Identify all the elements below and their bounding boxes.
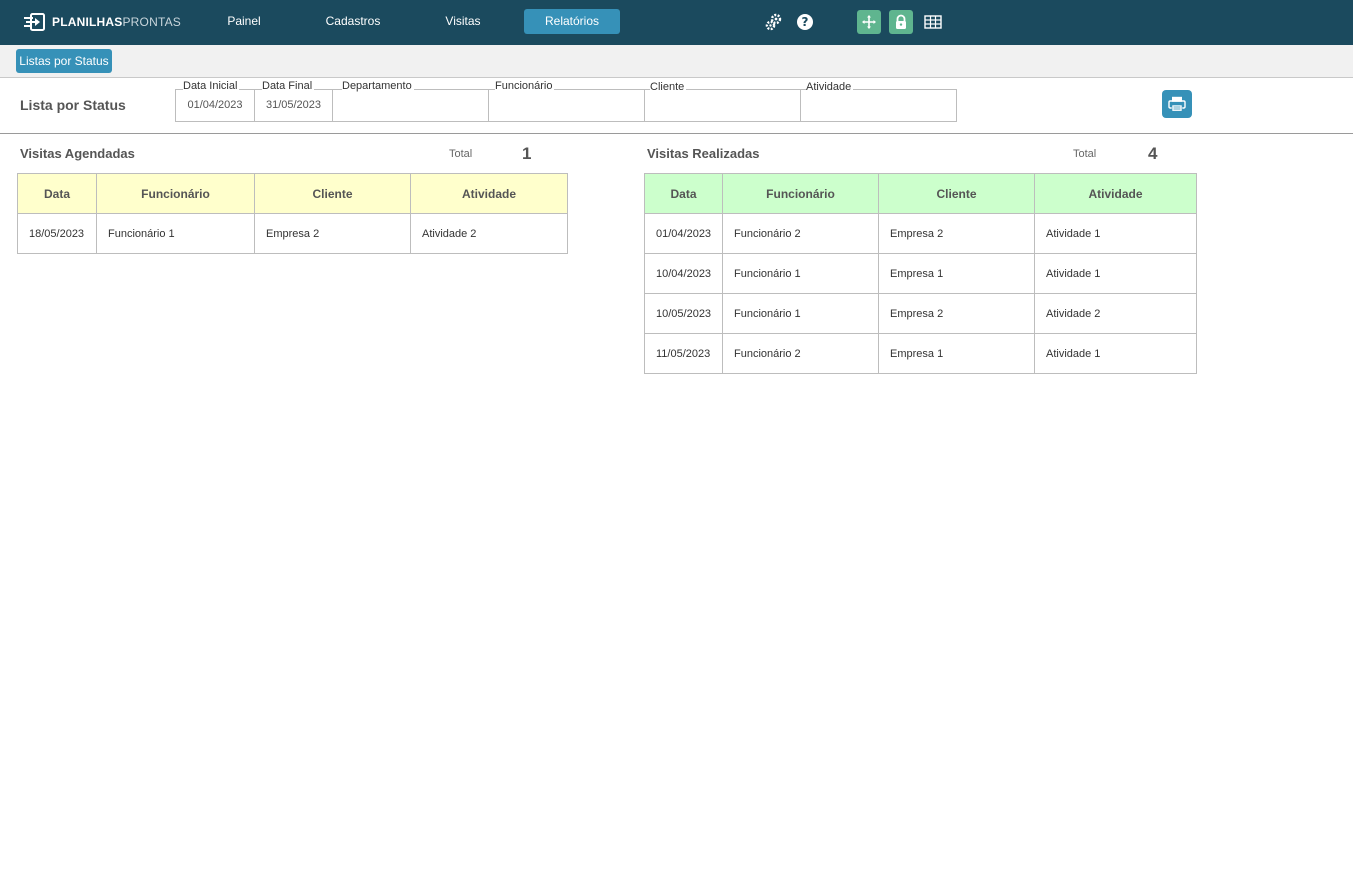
- table-cell: Funcionário 2: [722, 213, 879, 254]
- sub-bar: Listas por Status: [0, 45, 1353, 78]
- agendadas-total-value: 1: [522, 144, 532, 163]
- move-icon[interactable]: [857, 10, 881, 34]
- table-cell: Empresa 1: [878, 253, 1035, 294]
- table-cell: 18/05/2023: [17, 213, 97, 254]
- filter-data-inicial-label: Data Inicial: [183, 80, 240, 92]
- nav-relatorios[interactable]: Relatórios: [524, 9, 620, 34]
- table-cell: Empresa 2: [878, 293, 1035, 334]
- realizadas-table: Data Funcionário Cliente Atividade 01/04/20…: [644, 173, 1197, 374]
- agendadas-total-label: Total: [449, 148, 473, 160]
- filter-data-inicial-value: 01/04/2023: [187, 99, 243, 111]
- table-cell: Atividade 1: [1034, 333, 1197, 374]
- table-row[interactable]: 11/05/2023 Funcionário 2 Empresa 1 Atividad…: [644, 333, 1197, 374]
- agendadas-header-row: Data Funcionário Cliente Atividade: [17, 173, 568, 214]
- table-row[interactable]: 10/05/2023 Funcionário 1 Empresa 2 Atividad…: [644, 293, 1197, 334]
- table-row[interactable]: 01/04/2023 Funcionário 2 Empresa 2 Atividad…: [644, 213, 1197, 254]
- filter-cliente[interactable]: [644, 89, 801, 122]
- printer-icon: [1168, 96, 1186, 112]
- nav-visitas[interactable]: Visitas: [430, 9, 496, 34]
- filter-funcionario[interactable]: [488, 89, 645, 122]
- filter-atividade-label: Atividade: [806, 81, 854, 93]
- top-bar: PLANILHASPRONTAS Painel Cadastros Visita…: [0, 0, 1353, 45]
- help-icon[interactable]: ?: [794, 11, 816, 33]
- table-cell: 10/04/2023: [644, 253, 723, 294]
- table-cell: Empresa 2: [254, 213, 411, 254]
- logo-text-light: PRONTAS: [122, 15, 181, 29]
- lock-icon[interactable]: [889, 10, 913, 34]
- realizadas-col-header: Atividade: [1034, 173, 1197, 214]
- divider: [0, 133, 1353, 134]
- table-cell: Atividade 2: [410, 213, 568, 254]
- agendadas-col-header: Atividade: [410, 173, 568, 214]
- filter-data-final-label: Data Final: [262, 80, 315, 92]
- table-cell: Atividade 1: [1034, 253, 1197, 294]
- grid-icon[interactable]: [922, 11, 944, 33]
- realizadas-col-header: Funcionário: [722, 173, 879, 214]
- logo-icon: [24, 13, 45, 31]
- agendadas-col-header: Funcionário: [96, 173, 255, 214]
- realizadas-title: Visitas Realizadas: [647, 146, 760, 161]
- realizadas-col-header: Data: [644, 173, 723, 214]
- page-title: Lista por Status: [20, 97, 126, 113]
- filter-funcionario-label: Funcionário: [495, 80, 555, 92]
- filter-departamento[interactable]: [332, 89, 489, 122]
- table-cell: Atividade 1: [1034, 213, 1197, 254]
- table-cell: 01/04/2023: [644, 213, 723, 254]
- realizadas-total-label: Total: [1073, 148, 1097, 160]
- gears-icon[interactable]: [763, 11, 785, 33]
- table-cell: Funcionário 1: [96, 213, 255, 254]
- print-button[interactable]: [1162, 90, 1192, 118]
- filter-data-inicial[interactable]: 01/04/2023: [175, 89, 255, 122]
- table-cell: Funcionário 2: [722, 333, 879, 374]
- table-cell: Empresa 1: [878, 333, 1035, 374]
- table-cell: Funcionário 1: [722, 253, 879, 294]
- agendadas-col-header: Data: [17, 173, 97, 214]
- agendadas-table: Data Funcionário Cliente Atividade 18/05/20…: [17, 173, 568, 254]
- filter-data-final[interactable]: 31/05/2023: [254, 89, 333, 122]
- table-row[interactable]: 10/04/2023 Funcionário 1 Empresa 1 Atividad…: [644, 253, 1197, 294]
- table-cell: Atividade 2: [1034, 293, 1197, 334]
- realizadas-header-row: Data Funcionário Cliente Atividade: [644, 173, 1197, 214]
- nav-cadastros[interactable]: Cadastros: [316, 9, 390, 34]
- agendadas-title: Visitas Agendadas: [20, 146, 135, 161]
- table-cell: 10/05/2023: [644, 293, 723, 334]
- table-cell: Funcionário 1: [722, 293, 879, 334]
- logo-text-bold: PLANILHAS: [52, 15, 123, 29]
- filter-data-final-value: 31/05/2023: [265, 99, 322, 111]
- nav-painel[interactable]: Painel: [210, 9, 278, 34]
- filter-atividade[interactable]: [800, 89, 957, 122]
- table-row[interactable]: 18/05/2023 Funcionário 1 Empresa 2 Atividad…: [17, 213, 568, 254]
- table-cell: Empresa 2: [878, 213, 1035, 254]
- realizadas-col-header: Cliente: [878, 173, 1035, 214]
- listas-por-status-button[interactable]: Listas por Status: [16, 49, 112, 73]
- table-cell: 11/05/2023: [644, 333, 723, 374]
- app-logo[interactable]: PLANILHASPRONTAS: [24, 10, 181, 34]
- realizadas-total-value: 4: [1148, 144, 1158, 163]
- filter-departamento-label: Departamento: [342, 80, 414, 92]
- filter-cliente-label: Cliente: [650, 81, 687, 93]
- agendadas-col-header: Cliente: [254, 173, 411, 214]
- svg-text:?: ?: [802, 15, 809, 29]
